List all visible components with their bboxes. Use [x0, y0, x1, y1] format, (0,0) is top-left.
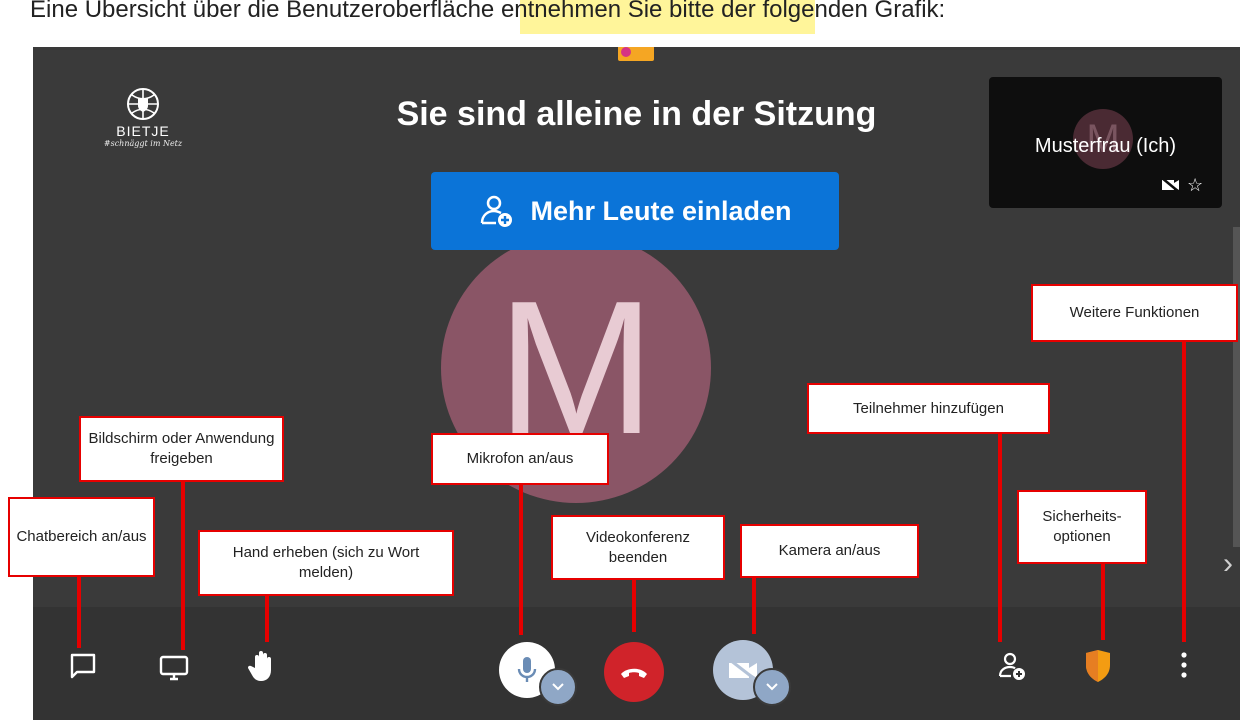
invite-more-button[interactable]: Mehr Leute einladen [431, 172, 839, 250]
browser-extension-badge [618, 47, 654, 61]
callout-security: Sicherheits-optionen [1017, 490, 1147, 564]
add-participant-icon[interactable] [997, 651, 1027, 681]
mic-options-button[interactable] [539, 668, 577, 706]
intro-text-label: Eine Übersicht über die Benutzeroberfläc… [30, 0, 946, 23]
callout-line-mic [519, 483, 523, 635]
callout-hangup: Videokonferenz beenden [551, 515, 725, 580]
chat-icon[interactable] [69, 652, 97, 680]
toolbar [33, 607, 1240, 720]
callout-line-camera [752, 577, 756, 634]
callout-camera: Kamera an/aus [740, 524, 919, 578]
callout-line-participants [998, 432, 1002, 642]
callout-line-security [1101, 562, 1105, 640]
camera-off-icon [1161, 177, 1180, 193]
self-name: Musterfrau (Ich) [1034, 135, 1177, 157]
intro-text: Eine Übersicht über die Benutzeroberfläc… [30, 0, 1230, 34]
conference-window: BIETJE #schnäggt im Netz Sie sind allein… [33, 47, 1240, 720]
callout-line-screen [181, 480, 185, 650]
callout-mic: Mikrofon an/aus [431, 433, 609, 485]
callout-line-hangup [632, 578, 636, 632]
hand-icon[interactable] [247, 648, 277, 682]
hangup-icon [621, 668, 647, 678]
chevron-down-icon [766, 683, 778, 691]
hangup-button[interactable] [604, 642, 664, 702]
callout-participants: Teilnehmer hinzufügen [807, 383, 1050, 434]
callout-line-chat [77, 576, 81, 648]
shield-icon[interactable] [1084, 649, 1112, 683]
screen-share-icon[interactable] [159, 654, 189, 682]
self-view-tile[interactable]: M Musterfrau (Ich) ☆ [989, 77, 1222, 208]
callout-line-hand [265, 594, 269, 642]
add-person-icon [481, 195, 513, 227]
chevron-down-icon [552, 683, 564, 691]
star-icon[interactable]: ☆ [1187, 175, 1203, 196]
invite-label: Mehr Leute einladen [530, 195, 792, 226]
filmstrip-scrollbar[interactable] [1233, 227, 1240, 547]
more-vertical-icon[interactable] [1176, 650, 1192, 680]
chevron-right-icon[interactable]: › [1223, 547, 1233, 581]
callout-line-more [1182, 340, 1186, 642]
microphone-icon [517, 657, 537, 682]
logo-tagline: #schnäggt im Netz [103, 139, 183, 148]
callout-more: Weitere Funktionen [1031, 284, 1238, 342]
camera-options-button[interactable] [753, 668, 791, 706]
callout-hand: Hand erheben (sich zu Wort melden) [198, 530, 454, 596]
callout-chat: Chatbereich an/aus [8, 497, 155, 577]
callout-screen-share: Bildschirm oder Anwendung freigeben [79, 416, 284, 482]
